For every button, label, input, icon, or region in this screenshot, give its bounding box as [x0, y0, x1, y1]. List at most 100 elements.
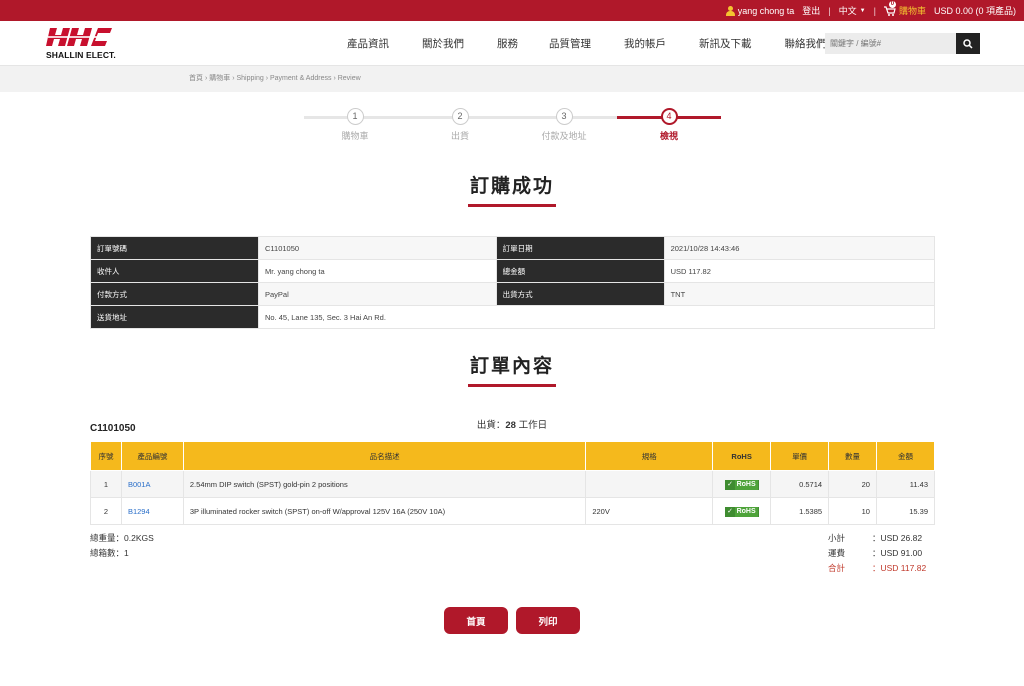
breadcrumb: 首頁 › 購物車 › Shipping › Payment & Address … [0, 66, 1024, 92]
search-input[interactable] [825, 33, 956, 54]
rohs-text: RoHS [734, 479, 758, 490]
top-bar: yang chong ta 登出 | 中文 ▼ | 0 購物車 USD 0.00… [0, 0, 1024, 21]
user-name: yang chong ta [737, 5, 795, 16]
order-number: C1101050 [90, 423, 136, 434]
caret-down-icon: ▼ [859, 7, 866, 14]
brand-text: SHALLIN ELECT. [46, 50, 116, 60]
col-amount: 金額 [875, 441, 936, 471]
cart-count-badge: 0 [888, 0, 896, 8]
rohs-text: RoHS [734, 506, 758, 517]
search-box [825, 33, 980, 55]
subtotal-row: 小計 ：USD 26.82 [828, 530, 932, 545]
col-qty: 數量 [828, 441, 877, 471]
info-value: 2021/10/28 14:43:46 [663, 236, 936, 260]
cart-summary[interactable]: USD 0.00 (0 項產品) [934, 4, 1016, 17]
order-success-title: 訂購成功 [0, 171, 1024, 207]
nav-about[interactable]: 關於我們 [422, 36, 464, 51]
print-button[interactable]: 列印 [516, 607, 580, 634]
col-index: 序號 [90, 441, 122, 471]
info-value: USD 117.82 [663, 259, 936, 283]
product-link[interactable]: B001A [128, 480, 151, 489]
step-payment: 3 付款及地址 [524, 108, 604, 142]
col-spec: 規格 [585, 441, 714, 471]
order-items-table: 序號 產品編號 品名描述 規格 RoHS 單價 數量 金額 1 B001A 2.… [90, 441, 936, 525]
breadcrumb-sep: › [265, 75, 269, 82]
subtotal-value: ：USD 26.82 [872, 532, 923, 543]
nav-contact[interactable]: 聯絡我們 [785, 36, 827, 51]
cell-rohs: ✓ RoHS [712, 497, 772, 525]
breadcrumb-home[interactable]: 首頁 [189, 75, 203, 82]
cell-spec: 220V [585, 497, 714, 525]
breadcrumb-sep: › [333, 75, 336, 82]
user-link[interactable]: yang chong ta [725, 5, 795, 16]
order-contents-text: 訂單內容 [469, 356, 554, 377]
col-code: 產品編號 [120, 441, 184, 471]
search-button[interactable] [956, 33, 980, 54]
cell-price: 0.5714 [770, 470, 830, 498]
col-price: 單價 [770, 441, 830, 471]
info-key: 總金額 [495, 259, 665, 283]
info-value: TNT [663, 282, 936, 306]
nav-account[interactable]: 我的帳戶 [624, 36, 666, 51]
home-button[interactable]: 首頁 [444, 607, 508, 634]
cell-code: B001A [120, 470, 184, 498]
table-row: 付款方式 PayPal 出貨方式 TNT [90, 282, 936, 306]
total-value: ：USD 117.82 [872, 562, 927, 573]
step-number: 2 [451, 108, 469, 125]
top-separator: | [828, 5, 831, 16]
nav-products[interactable]: 產品資訊 [347, 36, 389, 51]
language-selector[interactable]: 中文 ▼ [839, 4, 866, 17]
nav-news[interactable]: 新訊及下載 [699, 36, 752, 51]
step-label: 出貨 [450, 131, 469, 141]
breadcrumb-payment[interactable]: Payment & Address [270, 75, 331, 82]
cell-index: 1 [90, 470, 122, 498]
check-icon: ✓ [725, 479, 735, 490]
user-icon [725, 5, 735, 16]
cell-amount: 11.43 [875, 470, 936, 498]
info-value: C1101050 [258, 236, 497, 260]
total-boxes: 總箱數：1 [90, 548, 129, 558]
product-link[interactable]: B1294 [128, 507, 150, 516]
ship-days-value: 28 [505, 420, 516, 431]
info-key: 訂單號碼 [90, 236, 259, 260]
info-value: No. 45, Lane 135, Sec. 3 Hai An Rd. [258, 305, 935, 329]
freight-value: ：USD 91.00 [872, 547, 923, 558]
check-icon: ✓ [725, 506, 735, 517]
col-desc: 品名描述 [182, 441, 587, 471]
weight-summary: 總重量：0.2KGS 總箱數：1 [90, 531, 154, 561]
cell-spec [585, 470, 714, 498]
breadcrumb-review: Review [337, 75, 361, 82]
order-info-table: 訂單號碼 C1101050 訂單日期 2021/10/28 14:43:46 收… [90, 236, 936, 329]
rohs-badge: ✓ RoHS [724, 506, 759, 517]
cart-label: 購物車 [898, 6, 926, 16]
logout-link[interactable]: 登出 [802, 4, 820, 17]
total-label: 合計 [828, 562, 846, 573]
site-header: SHALLIN ELECT. 產品資訊 關於我們 服務 品質管理 我的帳戶 新訊… [0, 21, 1024, 66]
breadcrumb-cart[interactable]: 購物車 [209, 75, 230, 82]
step-cart: 1 購物車 [315, 108, 395, 142]
info-value: Mr. yang chong ta [258, 259, 497, 283]
nav-services[interactable]: 服務 [497, 36, 518, 51]
cell-desc: 2.54mm DIP switch (SPST) gold-pin 2 posi… [182, 470, 587, 498]
cell-desc: 3P illuminated rocker switch (SPST) on-o… [182, 497, 587, 525]
step-number: 4 [660, 108, 678, 125]
nav-quality[interactable]: 品質管理 [549, 36, 591, 51]
subtotal-label: 小計 [828, 532, 846, 543]
ship-suffix: 工作日 [515, 420, 548, 431]
breadcrumb-shipping[interactable]: Shipping [237, 75, 264, 82]
table-row: 1 B001A 2.54mm DIP switch (SPST) gold-pi… [90, 470, 936, 498]
step-label: 購物車 [341, 131, 369, 141]
table-header-row: 序號 產品編號 品名描述 規格 RoHS 單價 數量 金額 [90, 441, 936, 471]
cart-link[interactable]: 0 購物車 [883, 0, 926, 17]
order-contents-title: 訂單內容 [0, 351, 1024, 387]
breadcrumb-sep: › [204, 75, 208, 82]
cell-amount: 15.39 [875, 497, 936, 525]
cell-code: B1294 [120, 497, 184, 525]
table-row: 訂單號碼 C1101050 訂單日期 2021/10/28 14:43:46 [90, 236, 936, 260]
col-rohs: RoHS [712, 441, 772, 471]
step-shipping: 2 出貨 [420, 108, 500, 142]
logo[interactable]: SHALLIN ELECT. [46, 28, 116, 60]
logo-mark-icon [46, 28, 112, 46]
total-row: 合計 ：USD 117.82 [828, 560, 932, 575]
rohs-badge: ✓ RoHS [724, 479, 759, 490]
